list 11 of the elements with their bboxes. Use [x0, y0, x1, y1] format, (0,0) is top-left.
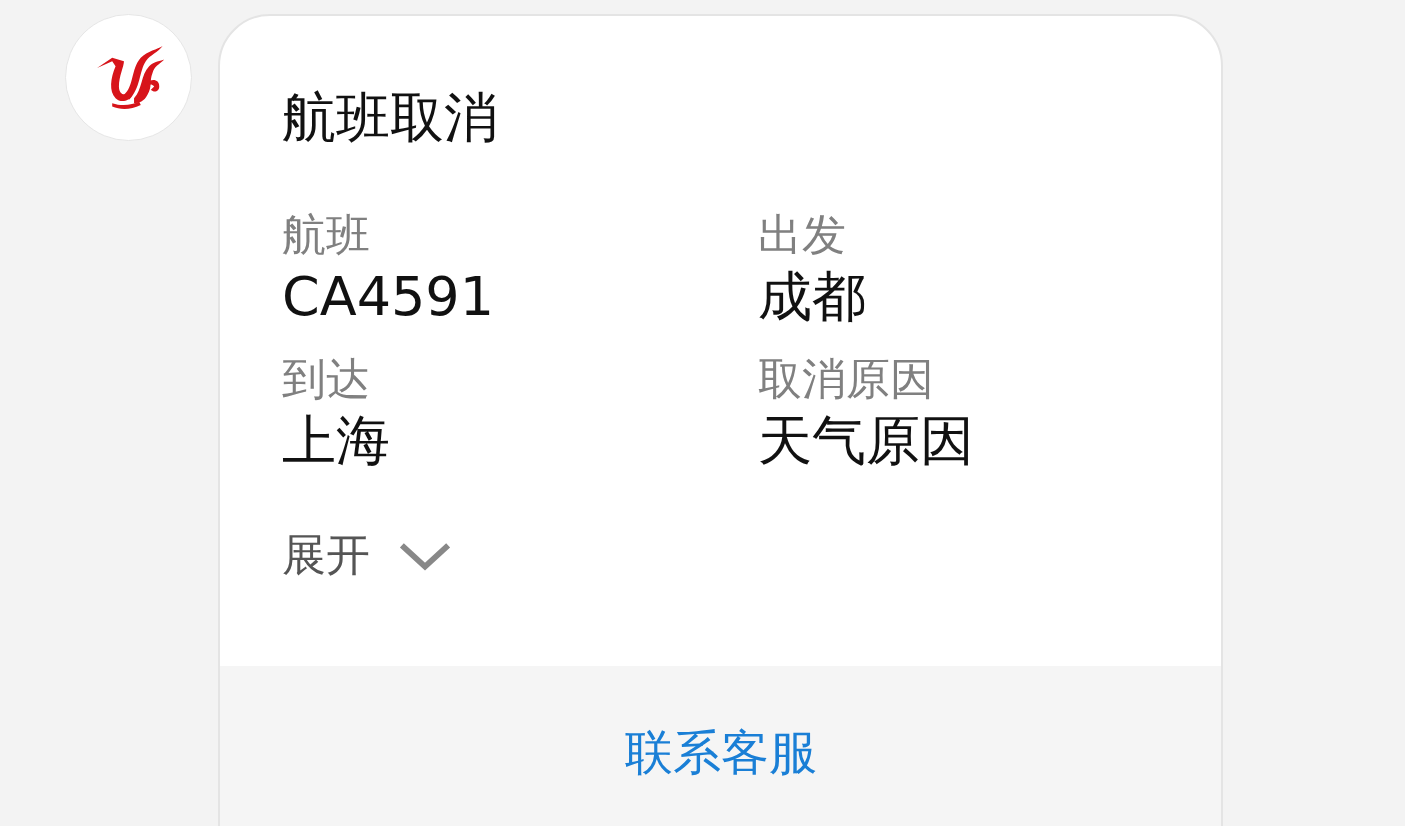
field-value: 成都 [758, 264, 866, 330]
field-label: 航班 [282, 208, 370, 262]
field-value: 天气原因 [758, 408, 974, 474]
expand-toggle[interactable]: 展开 [282, 526, 452, 585]
field-label: 到达 [282, 352, 370, 406]
field-label: 出发 [758, 208, 846, 262]
field-value: 上海 [282, 408, 390, 474]
field-label: 取消原因 [758, 352, 934, 406]
card-title: 航班取消 [282, 88, 499, 148]
field-value: CA4591 [282, 264, 495, 330]
contact-support-link[interactable]: 联系客服 [624, 721, 817, 785]
